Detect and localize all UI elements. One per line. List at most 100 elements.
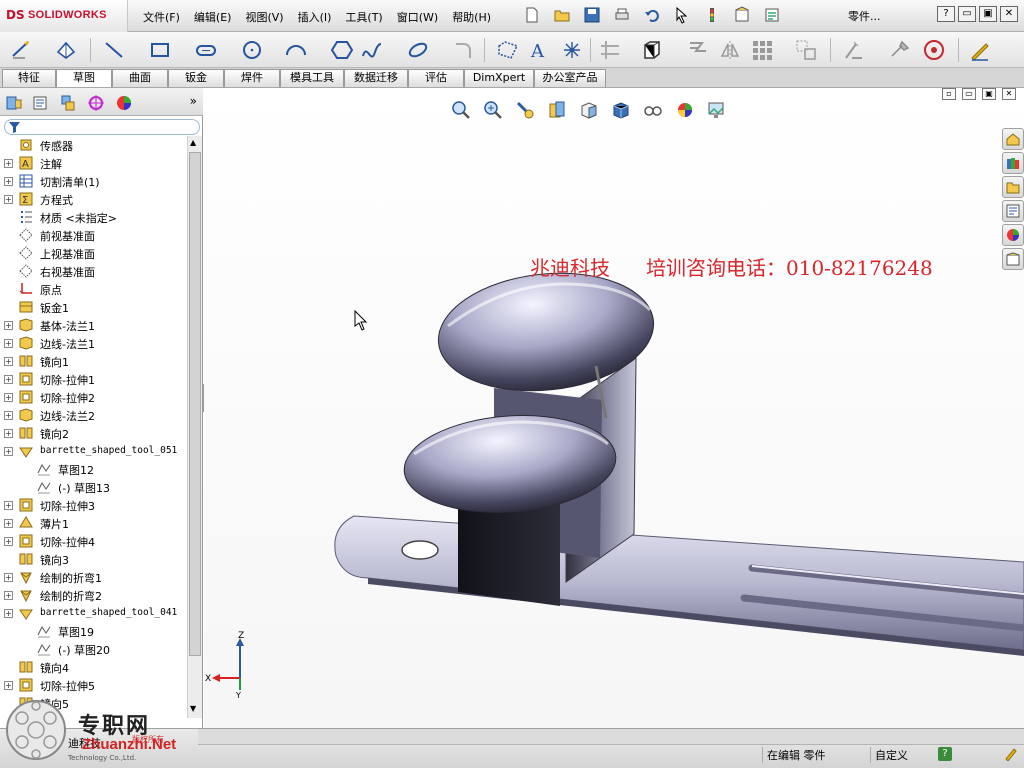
tree-node[interactable]: 右视基准面 [0, 262, 187, 280]
tree-node[interactable]: 材质 <未指定> [0, 208, 187, 226]
tree-node[interactable]: + 切除-拉伸1 [0, 370, 187, 388]
tree-node[interactable]: + 边线-法兰1 [0, 334, 187, 352]
document-label[interactable]: 零件... [848, 8, 881, 24]
line-icon[interactable] [100, 36, 128, 64]
print-icon[interactable] [610, 4, 634, 26]
tab-evaluate[interactable]: 评估 [408, 69, 464, 87]
scroll-thumb[interactable] [189, 152, 201, 656]
quick-snaps-icon[interactable] [920, 36, 948, 64]
expand-node-icon[interactable]: + [4, 357, 13, 366]
expand-node-icon[interactable]: + [4, 591, 13, 600]
tree-node[interactable]: + barrette_shaped_tool_051 [0, 442, 187, 460]
expand-node-icon[interactable]: + [4, 375, 13, 384]
tree-node[interactable]: (-) 草图20 [0, 640, 187, 658]
tree-node[interactable]: + 切除-拉伸5 [0, 676, 187, 694]
rebuild-status-icon[interactable] [1004, 747, 1018, 761]
menu-help[interactable]: 帮助(H) [445, 7, 498, 27]
arc-icon[interactable] [282, 36, 310, 64]
fillet-icon[interactable] [450, 36, 478, 64]
smart-dimension-icon[interactable] [8, 36, 36, 64]
tree-node[interactable]: + 绘制的折弯2 [0, 586, 187, 604]
repair-icon[interactable] [886, 36, 914, 64]
expand-node-icon[interactable]: + [4, 429, 13, 438]
reference-triad[interactable]: Z X Y [204, 628, 264, 698]
tree-node[interactable]: 传感器 [0, 136, 187, 154]
polygon-icon[interactable] [328, 36, 356, 64]
select-icon[interactable] [670, 4, 694, 26]
tree-node[interactable]: 镜向4 [0, 658, 187, 676]
tree-node[interactable]: + 切除-拉伸2 [0, 388, 187, 406]
expand-node-icon[interactable]: + [4, 411, 13, 420]
instant2d-icon[interactable] [966, 36, 994, 64]
menu-tools[interactable]: 工具(T) [338, 7, 389, 27]
slot-icon[interactable] [192, 36, 220, 64]
tree-node[interactable]: + 切除-拉伸3 [0, 496, 187, 514]
relations-icon[interactable] [840, 36, 868, 64]
tree-node[interactable]: + 切割清单(1) [0, 172, 187, 190]
tree-node[interactable]: + A 注解 [0, 154, 187, 172]
menu-edit[interactable]: 编辑(E) [187, 7, 239, 27]
expand-node-icon[interactable]: + [4, 573, 13, 582]
tree-node[interactable]: (-) 草图13 [0, 478, 187, 496]
undo-icon[interactable] [640, 4, 664, 26]
tab-data-migration[interactable]: 数据迁移 [344, 69, 408, 87]
tree-node[interactable]: 草图19 [0, 622, 187, 640]
tab-sketch[interactable]: 草图 [56, 69, 112, 87]
pattern-icon[interactable] [748, 36, 776, 64]
expand-node-icon[interactable]: + [4, 519, 13, 528]
options-icon[interactable] [760, 4, 784, 26]
expand-node-icon[interactable]: + [4, 339, 13, 348]
rectangle-icon[interactable] [146, 36, 174, 64]
file-properties-icon[interactable] [730, 4, 754, 26]
menu-window[interactable]: 窗口(W) [390, 7, 445, 27]
tree-node[interactable]: 镜向3 [0, 550, 187, 568]
tree-node[interactable]: + 边线-法兰2 [0, 406, 187, 424]
sketch-icon[interactable] [52, 36, 80, 64]
ellipse-icon[interactable] [404, 36, 432, 64]
tree-node[interactable]: + Σ 方程式 [0, 190, 187, 208]
tab-sheet-metal[interactable]: 钣金 [168, 69, 224, 87]
new-icon[interactable] [520, 4, 544, 26]
open-icon[interactable] [550, 4, 574, 26]
offset-icon[interactable] [684, 36, 712, 64]
tree-node[interactable]: + barrette_shaped_tool_041 [0, 604, 187, 622]
tab-office-products[interactable]: 办公室产品 [534, 69, 606, 87]
tree-node[interactable]: + 薄片1 [0, 514, 187, 532]
tree-node[interactable]: + 切除-拉伸4 [0, 532, 187, 550]
configurationmanager-icon[interactable] [56, 92, 80, 114]
tree-filter-input[interactable] [4, 119, 200, 135]
save-icon[interactable] [580, 4, 604, 26]
expand-node-icon[interactable]: + [4, 177, 13, 186]
tab-surfaces[interactable]: 曲面 [112, 69, 168, 87]
expand-node-icon[interactable]: + [4, 195, 13, 204]
menu-file[interactable]: 文件(F) [136, 7, 187, 27]
dimxpert-icon[interactable] [84, 92, 108, 114]
close-button[interactable]: ✕ [1000, 6, 1018, 22]
restore-button[interactable]: ▣ [979, 6, 997, 22]
rebuild-icon[interactable] [700, 4, 724, 26]
text-icon[interactable]: A [524, 36, 552, 64]
tree-node[interactable]: + 镜向1 [0, 352, 187, 370]
tree-node[interactable]: + 基体-法兰1 [0, 316, 187, 334]
tab-mold-tools[interactable]: 模具工具 [280, 69, 344, 87]
minimize-button[interactable]: ▭ [958, 6, 976, 22]
propertymanager-icon[interactable] [28, 92, 52, 114]
tree-node[interactable]: 上视基准面 [0, 244, 187, 262]
tab-features[interactable]: 特征 [2, 69, 56, 87]
question-icon[interactable]: ? [937, 6, 955, 22]
menu-insert[interactable]: 插入(I) [291, 7, 339, 27]
expand-panel-icon[interactable]: » [190, 94, 197, 108]
plane-icon[interactable] [494, 36, 522, 64]
move-icon[interactable] [792, 36, 820, 64]
point-icon[interactable] [558, 36, 586, 64]
tree-node[interactable]: + 镜向2 [0, 424, 187, 442]
expand-node-icon[interactable]: + [4, 393, 13, 402]
expand-node-icon[interactable]: + [4, 681, 13, 690]
scroll-up-icon[interactable]: ▲ [190, 138, 196, 147]
tab-weldments[interactable]: 焊件 [224, 69, 280, 87]
tree-node[interactable]: 钣金1 [0, 298, 187, 316]
circle-icon[interactable] [238, 36, 266, 64]
spline-icon[interactable] [358, 36, 386, 64]
expand-node-icon[interactable]: + [4, 159, 13, 168]
trim-icon[interactable] [596, 36, 624, 64]
